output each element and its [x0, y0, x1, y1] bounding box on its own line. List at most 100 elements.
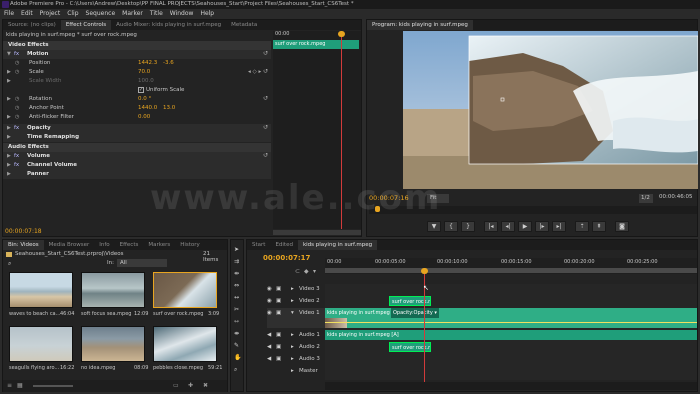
tab-sequence-edited[interactable]: Edited [270, 240, 298, 250]
opacity-rubber-band[interactable] [325, 322, 697, 323]
extract-icon[interactable]: ⇞ [592, 221, 606, 232]
snap-icon[interactable]: ⊂ [295, 268, 300, 275]
menu-file[interactable]: File [4, 9, 14, 19]
tab-audio-mixer[interactable]: Audio Mixer: kids playing in surf.mpeg [111, 20, 226, 30]
clip-name[interactable]: no idea.mpeg [81, 365, 115, 371]
search-icon[interactable]: ⌕ [8, 260, 11, 268]
clip-thumbnail-selected[interactable] [153, 272, 217, 308]
razor-tool-icon[interactable]: ✂ [234, 306, 239, 313]
menu-edit[interactable]: Edit [21, 9, 33, 19]
lock-icon[interactable]: ▣ [276, 308, 281, 318]
expand-icon[interactable]: ▶ [7, 68, 11, 77]
clip-kids-a1[interactable]: kids playing in surf.mpeg [A] [325, 330, 697, 340]
anchor-y[interactable]: 13.0 [163, 104, 175, 113]
hand-tool-icon[interactable]: ✋ [234, 354, 241, 361]
menu-window[interactable]: Window [170, 9, 194, 19]
position-x[interactable]: 1442.3 [138, 59, 157, 68]
expand-icon[interactable]: ▶ [7, 152, 11, 161]
expand-icon[interactable]: ▾ [291, 308, 294, 318]
track-header-audio1[interactable]: ◀ ▣ ▸ Audio 1 [267, 330, 329, 340]
track-header-video1[interactable]: ◉ ▣ ▾ Video 1 [267, 308, 329, 328]
track-header-audio3[interactable]: ◀ ▣ ▸ Audio 3 [267, 354, 329, 364]
eye-icon[interactable]: ◉ [267, 308, 272, 318]
new-item-icon[interactable]: ✚ [188, 382, 193, 389]
clip-name[interactable]: surf over rock.mpeg [153, 311, 203, 317]
mark-out-button-icon[interactable]: } [461, 221, 475, 232]
step-forward-icon[interactable]: |▸ [535, 221, 549, 232]
expand-icon[interactable]: ▸ [291, 366, 294, 376]
time-remapping-row[interactable]: ▶ Time Remapping [3, 133, 271, 142]
expand-icon[interactable]: ▶ [7, 133, 11, 142]
track-select-tool-icon[interactable]: ⇉ [234, 258, 239, 265]
selection-tool-icon[interactable]: ➤ [234, 246, 239, 253]
clip-name[interactable]: seagulls flying aro... [9, 365, 59, 371]
position-y[interactable]: -3.6 [163, 59, 174, 68]
in-filter-dropdown[interactable]: All [117, 259, 167, 267]
tab-source[interactable]: Source: (no clips) [3, 20, 61, 30]
zoom-tool-icon[interactable]: ⌕ [234, 366, 237, 374]
tab-bin-videos[interactable]: Bin: Videos [3, 240, 44, 250]
timeline-scrollbar[interactable] [325, 382, 697, 390]
stopwatch-icon[interactable]: ◷ [15, 59, 19, 68]
menu-clip[interactable]: Clip [67, 9, 78, 19]
expand-icon[interactable]: ▸ [291, 296, 294, 306]
clip-kids-v1[interactable]: kids playing in surf.mpeg [V] Opacity:Op… [325, 308, 697, 328]
thumb-zoom-slider[interactable] [33, 385, 73, 387]
marker-icon[interactable]: ◆ [304, 268, 309, 275]
tab-markers[interactable]: Markers [143, 240, 175, 250]
export-frame-icon[interactable]: ◙ [615, 221, 629, 232]
eye-icon[interactable]: ◉ [267, 296, 272, 306]
lock-icon[interactable]: ▣ [276, 342, 281, 352]
delete-icon[interactable]: ✖ [203, 382, 208, 389]
reset-icon[interactable]: ↺ [263, 50, 268, 57]
program-video-frame[interactable] [403, 31, 698, 189]
clip-name[interactable]: pebbles close.mpeg [153, 365, 203, 371]
ec-zoom-scroll[interactable] [273, 230, 361, 235]
stopwatch-icon[interactable]: ◷ [15, 104, 19, 113]
clip-thumbnail[interactable] [81, 272, 145, 308]
expand-icon[interactable]: ▶ [7, 161, 11, 170]
menu-project[interactable]: Project [40, 9, 61, 19]
slip-tool-icon[interactable]: ⇿ [234, 318, 239, 325]
uniform-scale-checkbox[interactable]: ✓ [138, 87, 144, 93]
rolling-edit-tool-icon[interactable]: ⇔ [234, 282, 239, 289]
reset-icon[interactable]: ↺ [263, 152, 268, 159]
work-area-bar[interactable] [325, 268, 697, 273]
tab-program[interactable]: Program: kids playing in surf.mpeg [367, 20, 473, 30]
tab-effects[interactable]: Effects [115, 240, 144, 250]
go-to-out-icon[interactable]: ▸| [552, 221, 566, 232]
expand-icon[interactable]: ▸ [291, 330, 294, 340]
step-back-icon[interactable]: ◂| [501, 221, 515, 232]
timeline-timecode[interactable]: 00:00:07:17 [263, 254, 310, 262]
anchor-x[interactable]: 1440.0 [138, 104, 157, 113]
stopwatch-icon[interactable]: ◷ [15, 95, 19, 104]
speaker-icon[interactable]: ◀ [267, 330, 271, 340]
clip-thumbnail[interactable] [9, 272, 73, 308]
tab-sequence-start[interactable]: Start [247, 240, 270, 250]
new-bin-icon[interactable]: ▭ [173, 382, 179, 389]
go-to-in-icon[interactable]: |◂ [484, 221, 498, 232]
opacity-row[interactable]: ▶ fx Opacity [3, 124, 271, 133]
lock-icon[interactable]: ▣ [276, 354, 281, 364]
scale-value[interactable]: 70.0 [138, 68, 150, 77]
lock-icon[interactable]: ▣ [276, 296, 281, 306]
play-icon[interactable]: ▶ [518, 221, 532, 232]
track-header-video3[interactable]: ◉ ▣ ▸ Video 3 [267, 284, 329, 294]
pen-tool-icon[interactable]: ✎ [234, 342, 239, 349]
opacity-keyframe-menu[interactable]: Opacity:Opacity ▾ [391, 308, 439, 318]
icon-view-icon[interactable]: ▦ [17, 382, 23, 389]
track-header-audio2[interactable]: ◀ ▣ ▸ Audio 2 [267, 342, 329, 352]
lock-icon[interactable]: ▣ [276, 284, 281, 294]
expand-icon[interactable]: ▸ [291, 342, 294, 352]
expand-icon[interactable]: ▶ [7, 95, 11, 104]
tab-sequence-kids[interactable]: kids playing in surf.mpeg [297, 240, 378, 250]
clip-name[interactable]: soft focus sea.mpeg [81, 311, 131, 317]
mark-in-icon[interactable]: ▼ [427, 221, 441, 232]
speaker-icon[interactable]: ◀ [267, 354, 271, 364]
antiflicker-value[interactable]: 0.00 [138, 113, 150, 122]
menu-help[interactable]: Help [200, 9, 214, 19]
expand-icon[interactable]: ▶ [7, 113, 11, 122]
eye-icon[interactable]: ◉ [267, 284, 272, 294]
motion-row[interactable]: ▼ fx Motion [3, 50, 271, 59]
stopwatch-icon[interactable]: ◷ [15, 113, 19, 122]
